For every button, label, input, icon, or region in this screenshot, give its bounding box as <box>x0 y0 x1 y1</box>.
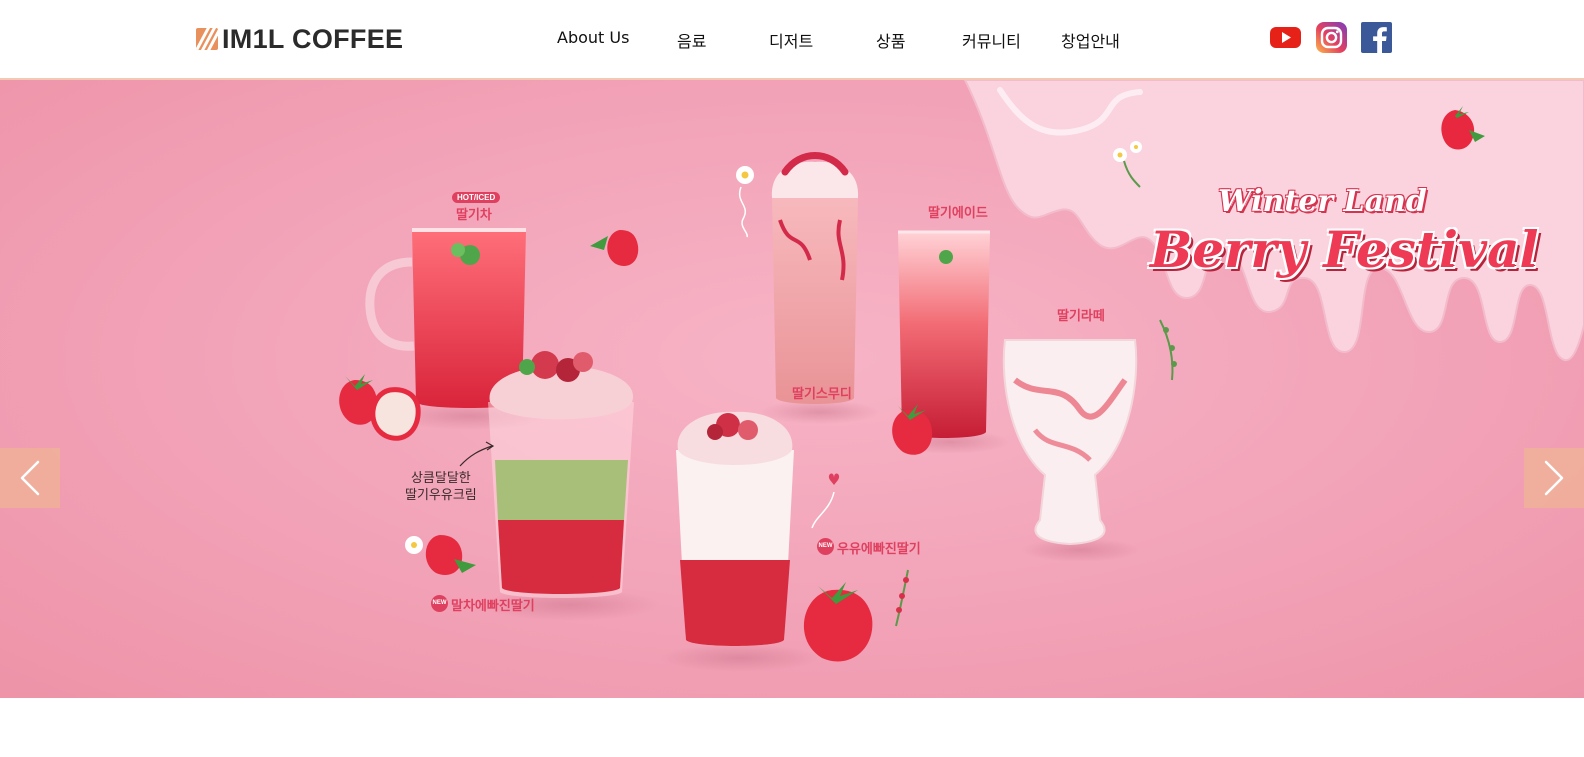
product-label-matcha-strawberry: 말차에빠진딸기 <box>451 599 535 614</box>
nav-item-dessert[interactable]: 디저트 <box>769 28 813 52</box>
nav-item-beverage[interactable]: 음료 <box>677 28 706 52</box>
logo-mark-icon <box>196 28 218 50</box>
handwritten-caption: 상큼달달한 딸기우유크림 <box>405 470 477 504</box>
new-badge: NEW <box>431 595 448 612</box>
hero-banner[interactable]: Winter Land Berry Festival HOT/ICED 딸기차 … <box>0 80 1584 698</box>
logo[interactable]: IM1L COFFEE <box>196 23 404 54</box>
product-label-strawberry-latte: 딸기라떼 <box>1057 309 1105 324</box>
nav-item-goods[interactable]: 상품 <box>876 28 905 52</box>
hot-iced-badge: HOT/ICED <box>452 192 501 203</box>
product-label-strawberry-smoothie: 딸기스무디 <box>792 387 852 402</box>
new-badge: NEW <box>817 538 834 555</box>
nav-item-franchise[interactable]: 창업안내 <box>1061 28 1120 52</box>
hero-title-line2: Berry Festival <box>1150 220 1539 279</box>
product-label-strawberry-ade: 딸기에이드 <box>928 206 988 221</box>
content-area <box>0 698 1584 757</box>
facebook-icon[interactable] <box>1361 22 1392 53</box>
instagram-icon[interactable] <box>1316 22 1347 53</box>
product-label-milk-strawberry: 우유에빠진딸기 <box>837 542 921 557</box>
chevron-left-icon <box>20 460 40 496</box>
handwritten-line-2: 딸기우유크림 <box>405 488 477 503</box>
product-label-strawberry-tea: 딸기차 <box>456 208 492 223</box>
chevron-right-icon <box>1544 460 1564 496</box>
youtube-icon[interactable] <box>1270 22 1301 53</box>
slider-prev-button[interactable] <box>0 448 60 508</box>
nav-item-about-us[interactable]: About Us <box>557 28 629 47</box>
site-header: IM1L COFFEE About Us 음료 디저트 상품 커뮤니티 창업안내 <box>0 0 1584 80</box>
nav-item-community[interactable]: 커뮤니티 <box>962 28 1021 52</box>
handwritten-line-1: 상큼달달한 <box>410 471 471 486</box>
slider-next-button[interactable] <box>1524 448 1584 508</box>
hero-title-line1: Winter Land <box>1218 184 1427 219</box>
logo-text: IM1L COFFEE <box>222 23 404 54</box>
